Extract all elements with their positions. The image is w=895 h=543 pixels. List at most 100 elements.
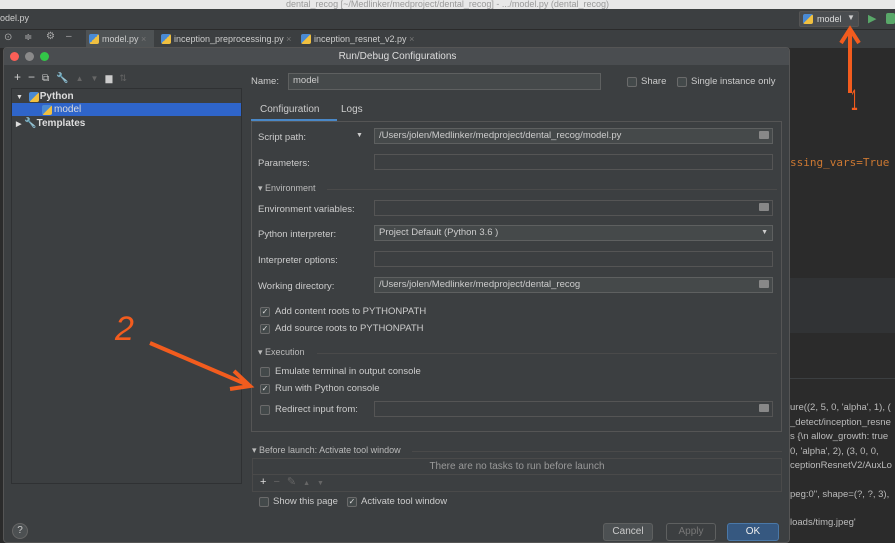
redirect-input-checkbox[interactable] (260, 405, 270, 415)
collapse-icon[interactable]: ≑ (24, 32, 32, 43)
before-launch-list: There are no tasks to run before launch … (252, 458, 782, 492)
expand-icon[interactable]: ▼ (16, 94, 23, 101)
close-icon[interactable]: × (409, 34, 414, 44)
debug-icon[interactable] (886, 13, 895, 24)
interp-options-input[interactable] (374, 251, 773, 267)
sort-icon[interactable]: ⇅ (119, 73, 134, 83)
add-content-roots-checkbox[interactable]: ✓ (260, 307, 270, 317)
console-line: 0, 'alpha', 2), (3, 0, 0, (790, 445, 879, 457)
tab-label: inception_resnet_v2.py (314, 34, 407, 44)
tab-configuration[interactable]: Configuration (260, 104, 319, 115)
add-task-icon[interactable]: + (260, 476, 273, 488)
navigation-bar: odel.py model ▼ ▶ (0, 9, 895, 30)
tree-item-model[interactable]: model (12, 103, 241, 116)
tab-model-py[interactable]: model.py × (86, 30, 154, 48)
show-page-checkbox[interactable] (259, 497, 269, 507)
add-source-roots-checkbox[interactable]: ✓ (260, 324, 270, 334)
single-instance-label: Single instance only (691, 76, 776, 87)
parameters-input[interactable] (374, 154, 773, 170)
wrench-icon[interactable]: 🔧 (56, 73, 75, 84)
copy-icon[interactable]: ⧉ (42, 73, 56, 84)
single-instance-checkbox[interactable] (677, 77, 687, 87)
environment-section[interactable]: ▾ Environment (258, 183, 316, 194)
gear-icon[interactable]: ⚙ (46, 31, 55, 42)
help-button[interactable]: ? (12, 523, 28, 539)
remove-task-icon[interactable]: − (273, 476, 286, 488)
ok-button[interactable]: OK (727, 523, 779, 541)
close-window-button[interactable] (10, 52, 19, 61)
close-icon[interactable]: × (286, 34, 291, 44)
run-python-console-checkbox[interactable]: ✓ (260, 384, 270, 394)
activate-tool-label: Activate tool window (361, 496, 448, 507)
emulate-terminal-checkbox[interactable] (260, 367, 270, 377)
add-source-roots-label: Add source roots to PYTHONPATH (275, 323, 424, 334)
move-down-icon[interactable]: ▼ (91, 74, 106, 83)
script-path-input[interactable]: /Users/jolen/Medlinker/medproject/dental… (374, 128, 773, 144)
tab-label: model.py (102, 34, 139, 44)
folder-icon[interactable] (759, 280, 769, 288)
target-icon[interactable]: ⊙ (4, 32, 12, 43)
activate-tool-checkbox[interactable]: ✓ (347, 497, 357, 507)
tree-label: model (54, 104, 82, 115)
move-up-icon[interactable]: ▲ (76, 74, 91, 83)
run-icon[interactable]: ▶ (868, 12, 876, 25)
parameters-label: Parameters: (258, 158, 310, 169)
console-line: loads/timg.jpeg' (790, 517, 856, 528)
apply-button[interactable]: Apply (666, 523, 716, 541)
name-input[interactable]: model (288, 73, 601, 90)
collapse-arrow-icon[interactable]: ▶ (16, 121, 21, 128)
folder-icon[interactable] (759, 404, 769, 412)
edit-task-icon[interactable]: ✎ (287, 476, 303, 488)
redirect-input-field[interactable] (374, 401, 773, 417)
run-python-console-label: Run with Python console (275, 383, 380, 394)
folder-icon[interactable] (759, 131, 769, 139)
tab-logs[interactable]: Logs (341, 104, 363, 115)
execution-section[interactable]: ▾ Execution (258, 347, 305, 358)
add-content-roots-label: Add content roots to PYTHONPATH (275, 306, 427, 317)
remove-icon[interactable]: − (28, 70, 42, 84)
run-debug-dialog: Run/Debug Configurations +−⧉🔧▲▼▆⇅ ▼ Pyth… (3, 47, 790, 543)
console-line: _detect/inception_resne (790, 416, 891, 428)
nav-file[interactable]: odel.py (0, 13, 29, 23)
close-icon[interactable]: × (141, 34, 146, 44)
interpreter-value: Project Default (Python 3.6 ) (379, 227, 499, 238)
env-vars-input[interactable] (374, 200, 773, 216)
add-icon[interactable]: + (14, 70, 28, 84)
workdir-input[interactable]: /Users/jolen/Medlinker/medproject/dental… (374, 277, 773, 293)
python-icon (42, 105, 52, 115)
dialog-title: Run/Debug Configurations (338, 51, 457, 62)
share-checkbox[interactable] (627, 77, 637, 87)
tree-item-templates[interactable]: ▶ 🔧Templates (16, 117, 85, 130)
workdir-label: Working directory: (258, 281, 335, 292)
tab-inception-resnet[interactable]: inception_resnet_v2.py × (298, 30, 418, 48)
dialog-title-bar: Run/Debug Configurations (4, 48, 789, 65)
interp-options-label: Interpreter options: (258, 255, 338, 266)
window-title: dental_recog [~/Medlinker/medproject/den… (0, 0, 895, 9)
cancel-button[interactable]: Cancel (603, 523, 653, 541)
folder-icon[interactable]: ▆ (105, 73, 119, 83)
zoom-window-button[interactable] (40, 52, 49, 61)
interpreter-select[interactable]: Project Default (Python 3.6 ) ▼ (374, 225, 773, 241)
before-launch-section[interactable]: ▾ Before launch: Activate tool window (252, 445, 401, 456)
python-icon (161, 34, 171, 44)
divider (412, 451, 782, 452)
hide-icon[interactable]: – (66, 31, 72, 42)
no-tasks-text: There are no tasks to run before launch (429, 461, 605, 472)
move-up-icon[interactable]: ▲ (303, 480, 317, 487)
python-icon (29, 92, 39, 102)
script-type-dropdown[interactable]: ▼ (356, 132, 363, 139)
tree-label: Templates (36, 118, 86, 129)
wrench-icon: 🔧 (24, 118, 37, 129)
chevron-down-icon: ▼ (761, 229, 768, 236)
env-vars-label: Environment variables: (258, 204, 355, 215)
share-label: Share (641, 76, 667, 87)
tree-label: Python (39, 91, 74, 102)
tab-inception-preprocessing[interactable]: inception_preprocessing.py × (158, 30, 293, 48)
tree-item-python[interactable]: ▼ Python (16, 90, 74, 103)
section-label: Execution (265, 347, 305, 357)
move-down-icon[interactable]: ▼ (317, 480, 331, 487)
minimize-window-button[interactable] (25, 52, 34, 61)
config-tree: ▼ Python model ▶ 🔧Templates (11, 88, 242, 484)
python-icon (803, 14, 813, 24)
folder-icon[interactable] (759, 203, 769, 211)
